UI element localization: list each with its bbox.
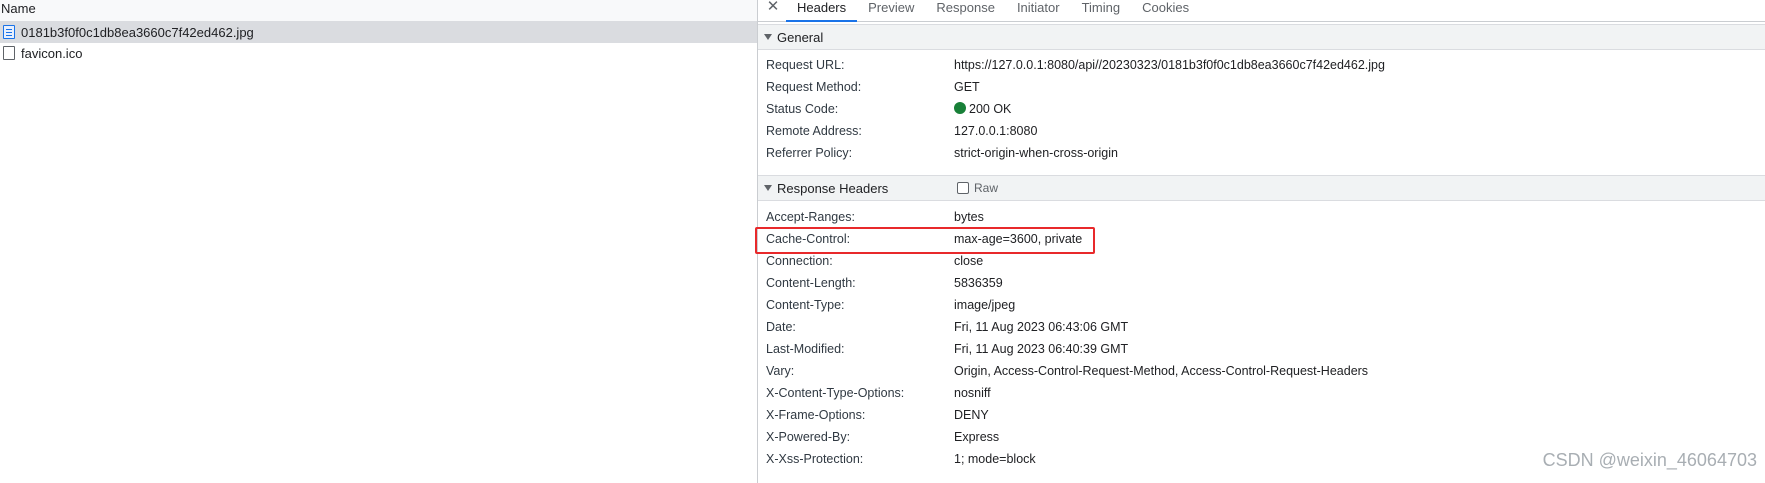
header-key: Referrer Policy: xyxy=(766,146,853,160)
header-key: Accept-Ranges: xyxy=(766,210,855,224)
cache-control-highlight-box xyxy=(755,227,1095,254)
header-row: Request URL: https://127.0.0.1:8080/api/… xyxy=(758,54,1765,76)
header-key: Connection: xyxy=(766,254,833,268)
general-section-header[interactable]: General xyxy=(758,24,1765,50)
raw-checkbox[interactable] xyxy=(957,182,969,194)
header-value: Origin, Access-Control-Request-Method, A… xyxy=(954,364,1369,378)
blank-file-icon xyxy=(3,46,15,60)
tab-timing[interactable]: Timing xyxy=(1071,0,1132,21)
header-row: Referrer Policy: strict-origin-when-cros… xyxy=(758,142,1765,164)
header-value: 1; mode=block xyxy=(954,452,1036,466)
header-value: bytes xyxy=(954,210,984,224)
raw-toggle[interactable]: Raw xyxy=(957,181,998,195)
header-row: X-Powered-By: Express xyxy=(758,426,1765,448)
response-headers-section-header[interactable]: Response Headers Raw xyxy=(758,175,1765,201)
header-key: Request Method: xyxy=(766,80,862,94)
details-tabbar: ✕ Headers Preview Response Initiator Tim… xyxy=(758,0,1765,22)
header-key: X-Content-Type-Options: xyxy=(766,386,905,400)
header-value: GET xyxy=(954,80,980,94)
header-key: Date: xyxy=(766,320,796,334)
tab-initiator[interactable]: Initiator xyxy=(1006,0,1071,21)
header-row: Last-Modified: Fri, 11 Aug 2023 06:40:39… xyxy=(758,338,1765,360)
header-key: X-Frame-Options: xyxy=(766,408,866,422)
tab-headers[interactable]: Headers xyxy=(786,0,858,22)
header-value: 5836359 xyxy=(954,276,1003,290)
header-row: X-Frame-Options: DENY xyxy=(758,404,1765,426)
header-row: Accept-Ranges: bytes xyxy=(758,206,1765,228)
request-row-favicon[interactable]: favicon.ico xyxy=(0,42,757,64)
header-row: Content-Length: 5836359 xyxy=(758,272,1765,294)
header-value: Fri, 11 Aug 2023 06:40:39 GMT xyxy=(954,342,1129,356)
header-key: Request URL: xyxy=(766,58,845,72)
raw-label: Raw xyxy=(974,181,999,195)
expand-triangle-icon xyxy=(764,34,772,40)
tab-response[interactable]: Response xyxy=(925,0,1006,21)
header-value: strict-origin-when-cross-origin xyxy=(954,146,1118,160)
tab-cookies[interactable]: Cookies xyxy=(1131,0,1200,21)
header-row: Date: Fri, 11 Aug 2023 06:43:06 GMT xyxy=(758,316,1765,338)
request-row-jpg[interactable]: 0181b3f0f0c1db8ea3660c7f42ed462.jpg xyxy=(0,21,757,43)
header-row: X-Content-Type-Options: nosniff xyxy=(758,382,1765,404)
section-title: General xyxy=(777,29,824,45)
header-key: X-Powered-By: xyxy=(766,430,851,444)
section-title: Response Headers xyxy=(777,180,889,196)
expand-triangle-icon xyxy=(764,185,772,191)
status-success-icon xyxy=(954,101,966,114)
header-key: Status Code: xyxy=(766,102,839,116)
header-row: Vary: Origin, Access-Control-Request-Met… xyxy=(758,360,1765,382)
header-value: image/jpeg xyxy=(954,298,1016,312)
request-file-name: 0181b3f0f0c1db8ea3660c7f42ed462.jpg xyxy=(21,24,254,40)
close-icon[interactable]: ✕ xyxy=(760,0,786,17)
header-value: DENY xyxy=(954,408,989,422)
header-key: Content-Length: xyxy=(766,276,856,290)
header-row: Status Code: 200 OK xyxy=(758,98,1765,120)
header-key: Last-Modified: xyxy=(766,342,845,356)
status-code-value: 200 OK xyxy=(954,101,1012,116)
header-value: close xyxy=(954,254,984,268)
header-value: 127.0.0.1:8080 xyxy=(954,124,1038,138)
header-value: Express xyxy=(954,430,1000,444)
header-key: Content-Type: xyxy=(766,298,845,312)
header-key: Vary: xyxy=(766,364,795,378)
header-value: Fri, 11 Aug 2023 06:43:06 GMT xyxy=(954,320,1129,334)
header-row: Request Method: GET xyxy=(758,76,1765,98)
tab-preview[interactable]: Preview xyxy=(857,0,925,21)
document-icon xyxy=(3,25,15,39)
header-row: Content-Type: image/jpeg xyxy=(758,294,1765,316)
header-row: Remote Address: 127.0.0.1:8080 xyxy=(758,120,1765,142)
request-file-name: favicon.ico xyxy=(21,45,83,61)
network-request-list: Name 0181b3f0f0c1db8ea3660c7f42ed462.jpg… xyxy=(0,0,757,483)
header-key: X-Xss-Protection: xyxy=(766,452,864,466)
status-text: 200 OK xyxy=(969,102,1012,116)
header-value: https://127.0.0.1:8080/api//20230323/018… xyxy=(954,58,1385,72)
name-column-header[interactable]: Name xyxy=(0,0,757,23)
header-key: Remote Address: xyxy=(766,124,862,138)
watermark: CSDN @weixin_46064703 xyxy=(1542,450,1757,470)
header-value: nosniff xyxy=(954,386,991,400)
